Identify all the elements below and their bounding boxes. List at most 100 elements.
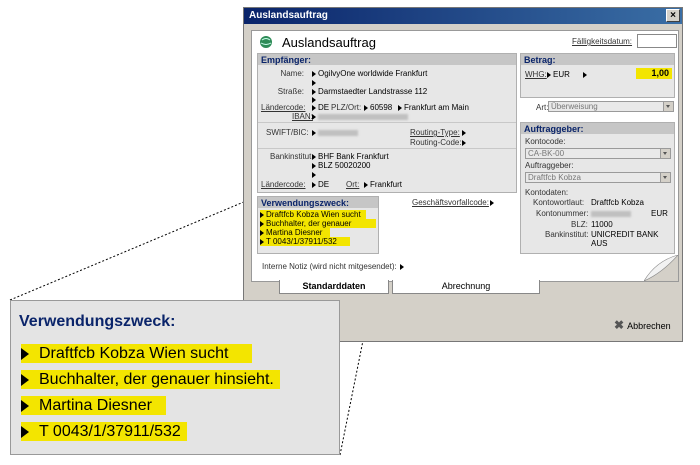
abbrechen-button[interactable]: ✖ Abbrechen [614, 318, 671, 332]
bankinstitut2-value: UNICREDIT BANK AUS [591, 230, 659, 248]
whg-extra[interactable] [583, 70, 589, 79]
arrow-icon [260, 238, 264, 245]
swift-label: SWIFT/BIC: [266, 128, 309, 137]
arrow-icon [462, 139, 466, 146]
arrow-icon [312, 171, 316, 178]
whg-label: WHG: [525, 70, 547, 79]
arrow-icon [260, 211, 264, 218]
plz-ort-label: PLZ/Ort: [331, 103, 362, 112]
arrow-icon [312, 129, 316, 136]
bankinstitut2-label: Bankinstitut: [545, 230, 589, 239]
arrow-icon [490, 199, 494, 206]
laendercode-value[interactable]: DE [312, 103, 329, 112]
name2-value[interactable] [312, 78, 318, 87]
arrow-icon [312, 79, 316, 86]
title-bar[interactable]: Auslandsauftrag × [244, 8, 682, 24]
arrow-icon [547, 71, 551, 78]
routing-code-value[interactable] [462, 138, 468, 147]
geschaeft-value[interactable] [490, 198, 496, 207]
tab-standarddaten[interactable]: Standarddaten [279, 280, 389, 294]
plz-value[interactable]: 60598 [364, 103, 392, 112]
betrag-panel: Betrag: WHG: EUR 1,00 [520, 53, 675, 98]
divider [258, 148, 516, 149]
bank3-value[interactable] [312, 170, 318, 179]
ort-label: Ort: [346, 180, 360, 189]
tab-abrechnung[interactable]: Abrechnung [392, 280, 540, 294]
arrow-icon [312, 181, 316, 188]
arrow-icon [400, 263, 404, 270]
notiz-label: Interne Notiz (wird nicht mitgesendet): [262, 262, 397, 271]
strasse-value[interactable]: Darmstaedter Landstrasse 112 [312, 87, 427, 96]
faelligkeit-label: Fälligkeitsdatum: [572, 37, 633, 46]
laendercode-label: Ländercode: [261, 103, 306, 112]
arrow-icon [312, 104, 316, 111]
arrow-icon [583, 71, 587, 78]
laendercode2-value[interactable]: DE [312, 180, 329, 189]
routing-type-label: Routing-Type: [410, 128, 460, 137]
whg-value[interactable]: EUR [547, 70, 570, 79]
routing-code-label: Routing-Code: [410, 138, 462, 147]
bank-value[interactable]: BHF Bank Frankfurt [312, 152, 389, 161]
verwendung-line-1[interactable]: Draftfcb Kobza Wien sucht [260, 210, 366, 219]
divider [258, 122, 516, 123]
kontocode-label: Kontocode: [525, 137, 566, 146]
auftraggeber-select[interactable]: Draftfcb Kobza [525, 172, 671, 183]
kontonummer-blurred [591, 211, 631, 217]
iban-blurred [318, 113, 408, 120]
geschaeft-label: Geschäftsvorfallcode: [412, 198, 489, 207]
ort2-value[interactable]: Frankfurt [364, 180, 402, 189]
verwendung-line-2[interactable]: Buchhalter, der genauer hinsieht. [260, 219, 376, 237]
close-icon: ✖ [614, 318, 625, 332]
empfaenger-header: Empfänger: [258, 54, 516, 65]
iban-label: IBAN: [292, 112, 313, 121]
laendercode2-label: Ländercode: [261, 180, 306, 189]
amount-field[interactable]: 1,00 [636, 68, 672, 79]
verwendung-line-3[interactable]: Martina Diesner [260, 228, 330, 237]
empfaenger-panel: Empfänger: Name: OgilvyOne worldwide Fra… [257, 53, 517, 193]
kontocode-select[interactable]: CA-BK-00 [525, 148, 671, 159]
arrow-icon [21, 425, 29, 438]
zoom-line-3: Martina Diesner [21, 396, 166, 415]
name-label: Name: [280, 69, 304, 78]
art-label: Art: [536, 103, 549, 112]
arrow-icon [260, 229, 264, 236]
kontonummer-currency: EUR [651, 209, 668, 218]
blz-value[interactable]: BLZ 50020200 [312, 161, 371, 170]
kontonummer-label: Kontonummer: [536, 209, 589, 218]
name-value[interactable]: OgilvyOne worldwide Frankfurt [312, 69, 427, 78]
verwendung-panel: Verwendungszweck: Draftfcb Kobza Wien su… [257, 196, 379, 254]
verwendung-line-4[interactable]: T 0043/1/37911/532 [260, 237, 350, 246]
arrow-icon [21, 373, 29, 386]
arrow-icon [21, 399, 29, 412]
auslandsauftrag-window: Auslandsauftrag × Auslandsauftrag Fällig… [243, 7, 683, 342]
zoom-line-1: Draftfcb Kobza Wien sucht [21, 344, 253, 363]
globe-icon [260, 36, 272, 48]
swift-blurred [318, 129, 358, 136]
routing-type-value[interactable] [462, 128, 468, 137]
arrow-icon [21, 347, 29, 360]
arrow-icon [364, 181, 368, 188]
arrow-icon [312, 153, 316, 160]
chevron-down-icon[interactable] [660, 149, 670, 158]
zoom-header: Verwendungszweck: [19, 313, 176, 330]
arrow-icon [398, 104, 402, 111]
chevron-down-icon[interactable] [663, 102, 673, 111]
blz-value: 11000 [591, 220, 613, 229]
form-title: Auslandsauftrag [282, 35, 376, 50]
arrow-icon [260, 220, 264, 227]
close-button[interactable]: × [666, 9, 680, 22]
verwendung-header: Verwendungszweck: [258, 197, 378, 208]
swift-value[interactable] [312, 128, 358, 137]
blz-label: BLZ: [571, 220, 588, 229]
zoom-line-4: T 0043/1/37911/532 [21, 422, 187, 441]
notiz-value[interactable] [400, 262, 406, 271]
chevron-down-icon[interactable] [660, 173, 670, 182]
arrow-icon [312, 70, 316, 77]
arrow-icon [312, 113, 316, 120]
art-select[interactable]: Überweisung [548, 101, 674, 112]
auftraggeber-header: Auftraggeber: [521, 123, 674, 134]
arrow-icon [312, 162, 316, 169]
iban-value[interactable] [312, 112, 408, 121]
ort-value[interactable]: Frankfurt am Main [398, 103, 469, 112]
faelligkeit-input[interactable] [637, 34, 677, 48]
